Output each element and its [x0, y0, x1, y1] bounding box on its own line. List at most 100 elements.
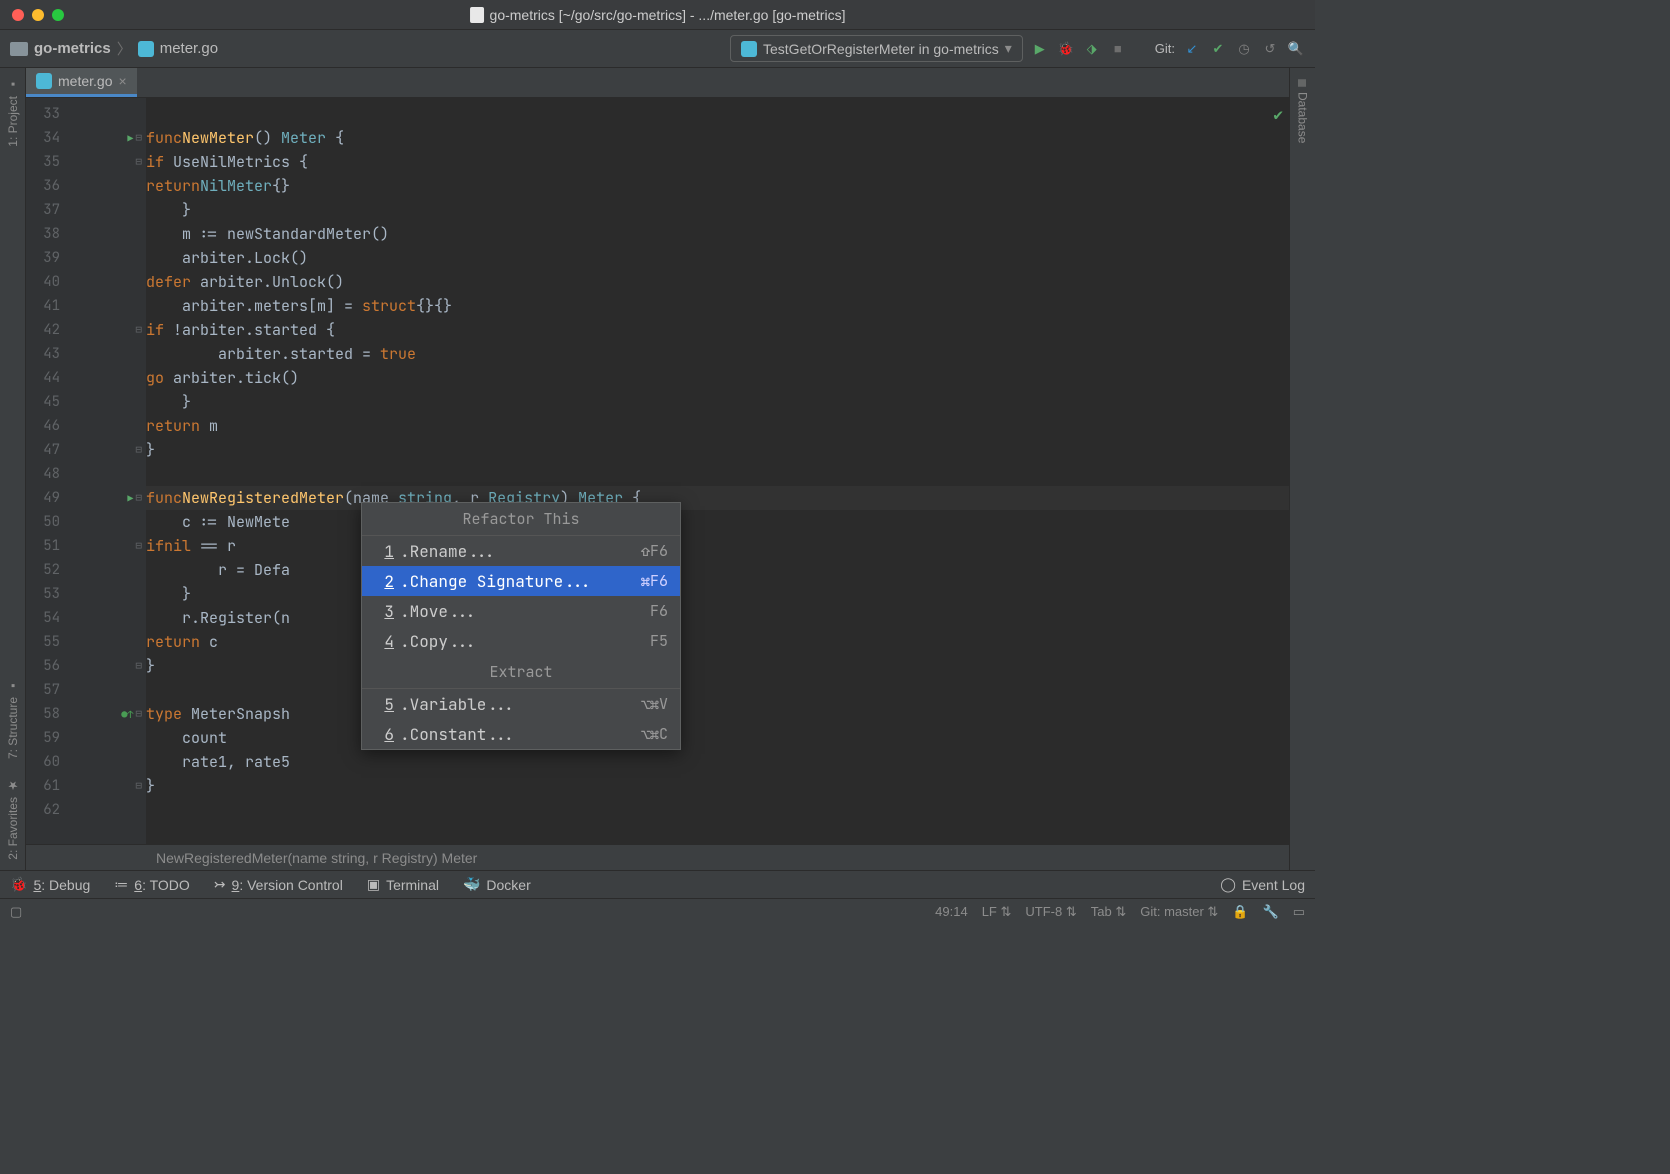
minimize-window-icon[interactable] — [32, 9, 44, 21]
code-line[interactable]: } — [146, 438, 1289, 462]
code-line[interactable]: if UseNilMetrics { — [146, 150, 1289, 174]
breadcrumb-file[interactable]: meter.go — [160, 40, 218, 57]
search-icon[interactable]: 🔍 — [1287, 40, 1305, 58]
code-line[interactable]: arbiter.Lock() — [146, 246, 1289, 270]
popup-item-move-[interactable]: 3. Move...F6 — [362, 596, 680, 626]
code-line[interactable]: return c — [146, 630, 1289, 654]
line-number[interactable]: 54 — [26, 609, 68, 627]
line-number[interactable]: 34 — [26, 129, 68, 147]
tool-terminal[interactable]: ▣Terminal — [367, 876, 439, 893]
popup-item-constant-[interactable]: 6. Constant...⌥⌘C — [362, 719, 680, 749]
fold-icon[interactable]: ⊟ — [135, 443, 142, 457]
override-icon[interactable]: ●↑ — [121, 708, 133, 721]
fold-icon[interactable]: ⊟ — [135, 155, 142, 169]
sidebar-structure-tab[interactable]: 7: Structure▪ — [6, 679, 20, 759]
inspection-ok-icon[interactable]: ✔ — [1273, 104, 1283, 125]
fold-icon[interactable]: ⊟ — [135, 323, 142, 337]
line-number[interactable]: 43 — [26, 345, 68, 363]
git-commit-icon[interactable]: ✔ — [1209, 40, 1227, 58]
code-line[interactable]: } — [146, 198, 1289, 222]
code-line[interactable]: arbiter.meters[m] = struct{}{} — [146, 294, 1289, 318]
line-number[interactable]: 48 — [26, 465, 68, 483]
tool-debug[interactable]: 🐞5: Debug — [10, 876, 90, 893]
maximize-window-icon[interactable] — [52, 9, 64, 21]
line-number[interactable]: 45 — [26, 393, 68, 411]
line-number[interactable]: 39 — [26, 249, 68, 267]
line-number[interactable]: 55 — [26, 633, 68, 651]
fold-icon[interactable]: ⊟ — [135, 707, 142, 721]
code-line[interactable]: type MeterSnapsh — [146, 702, 1289, 726]
popup-item-change-signature-[interactable]: 2. Change Signature...⌘F6 — [362, 566, 680, 596]
code-line[interactable] — [146, 102, 1289, 126]
indent[interactable]: Tab ⇅ — [1091, 904, 1126, 920]
sidebar-favorites-tab[interactable]: 2: Favorites★ — [6, 779, 20, 860]
code-line[interactable]: go arbiter.tick() — [146, 366, 1289, 390]
line-number[interactable]: 41 — [26, 297, 68, 315]
code-line[interactable]: } — [146, 582, 1289, 606]
line-number[interactable]: 53 — [26, 585, 68, 603]
run-gutter-icon[interactable]: ▶ — [127, 492, 133, 505]
line-separator[interactable]: LF ⇅ — [982, 904, 1012, 920]
line-number[interactable]: 50 — [26, 513, 68, 531]
stop-icon[interactable]: ■ — [1109, 40, 1127, 58]
code-line[interactable]: } — [146, 654, 1289, 678]
popup-item-variable-[interactable]: 5. Variable...⌥⌘V — [362, 689, 680, 719]
line-number[interactable]: 38 — [26, 225, 68, 243]
code-line[interactable] — [146, 798, 1289, 822]
run-gutter-icon[interactable]: ▶ — [127, 132, 133, 145]
code-line[interactable] — [146, 678, 1289, 702]
code-line[interactable]: count — [146, 726, 1289, 750]
sidebar-database-tab[interactable]: ≣Database — [1296, 78, 1310, 143]
code-line[interactable]: func NewRegisteredMeter(name string, r R… — [146, 486, 1289, 510]
fold-icon[interactable]: ⊟ — [135, 491, 142, 505]
close-window-icon[interactable] — [12, 9, 24, 21]
code-line[interactable]: return m — [146, 414, 1289, 438]
code-line[interactable]: c := NewMete — [146, 510, 1289, 534]
line-number[interactable]: 42 — [26, 321, 68, 339]
line-number[interactable]: 61 — [26, 777, 68, 795]
code-line[interactable]: defer arbiter.Unlock() — [146, 270, 1289, 294]
run-icon[interactable]: ▶ — [1031, 40, 1049, 58]
editor-breadcrumb[interactable]: NewRegisteredMeter(name string, r Regist… — [26, 844, 1289, 870]
tab-meter-go[interactable]: meter.go × — [26, 68, 137, 97]
breadcrumb-root[interactable]: go-metrics — [34, 40, 111, 57]
code-line[interactable]: func NewMeter() Meter { — [146, 126, 1289, 150]
sidebar-project-tab[interactable]: 1: Project▪ — [6, 78, 20, 147]
line-number[interactable]: 58 — [26, 705, 68, 723]
line-number[interactable]: 44 — [26, 369, 68, 387]
git-pull-icon[interactable]: ↙ — [1183, 40, 1201, 58]
code-line[interactable]: r.Register(n — [146, 606, 1289, 630]
fold-icon[interactable]: ⊟ — [135, 659, 142, 673]
code-line[interactable]: return NilMeter{} — [146, 174, 1289, 198]
revert-icon[interactable]: ↺ — [1261, 40, 1279, 58]
tool-event-log[interactable]: ◯Event Log — [1220, 876, 1305, 893]
history-icon[interactable]: ◷ — [1235, 40, 1253, 58]
coverage-icon[interactable]: ⬗ — [1083, 40, 1101, 58]
popup-item-copy-[interactable]: 4. Copy...F5 — [362, 626, 680, 656]
line-number[interactable]: 47 — [26, 441, 68, 459]
line-number[interactable]: 37 — [26, 201, 68, 219]
line-number[interactable]: 33 — [26, 105, 68, 123]
line-number[interactable]: 62 — [26, 801, 68, 819]
tool-docker[interactable]: 🐳Docker — [463, 876, 531, 893]
memory-icon[interactable]: ▭ — [1293, 904, 1305, 920]
code-line[interactable]: } — [146, 390, 1289, 414]
line-number[interactable]: 57 — [26, 681, 68, 699]
run-config-dropdown[interactable]: TestGetOrRegisterMeter in go-metrics ▾ — [730, 35, 1023, 62]
line-number[interactable]: 36 — [26, 177, 68, 195]
line-number[interactable]: 35 — [26, 153, 68, 171]
popup-item-rename-[interactable]: 1. Rename...⇧F6 — [362, 536, 680, 566]
code-line[interactable]: r = Defa — [146, 558, 1289, 582]
code-line[interactable]: if nil == r — [146, 534, 1289, 558]
debug-icon[interactable]: 🐞 — [1057, 40, 1075, 58]
code-line[interactable]: m := newStandardMeter() — [146, 222, 1289, 246]
tool-todo[interactable]: ≔6: TODO — [114, 876, 190, 893]
close-tab-icon[interactable]: × — [118, 73, 126, 89]
line-number[interactable]: 40 — [26, 273, 68, 291]
fold-icon[interactable]: ⊟ — [135, 779, 142, 793]
line-number[interactable]: 59 — [26, 729, 68, 747]
line-number[interactable]: 51 — [26, 537, 68, 555]
tool-window-icon[interactable]: ▢ — [10, 904, 22, 920]
tool-vcs[interactable]: ↣9: Version Control — [214, 876, 343, 893]
code-line[interactable]: arbiter.started = true — [146, 342, 1289, 366]
